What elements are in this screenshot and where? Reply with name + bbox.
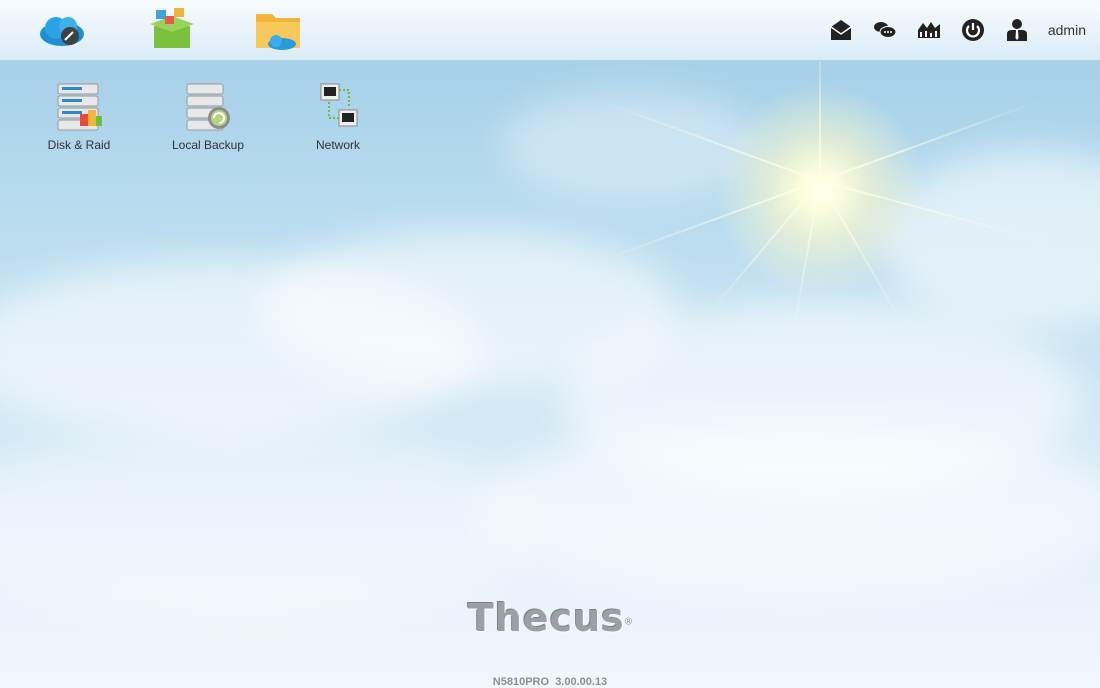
registered-mark: ® <box>624 616 633 628</box>
firmware-version: 3.00.00.13 <box>555 676 608 688</box>
chat-icon <box>873 22 897 38</box>
network-label: Network <box>315 138 360 152</box>
mail-button[interactable] <box>828 17 854 43</box>
model-name: N5810PRO <box>492 676 550 688</box>
disk-raid-label: Disk & Raid <box>47 138 111 152</box>
top-bar: admin <box>0 0 1100 61</box>
monitor-button[interactable] <box>916 17 942 43</box>
brand-name: Thecus <box>467 596 625 640</box>
app-center-icon <box>150 8 194 48</box>
cloud-app-icon <box>40 17 84 46</box>
user-icon <box>1006 19 1027 41</box>
network-icon <box>320 83 358 127</box>
power-icon <box>961 19 984 41</box>
cloud-app-button[interactable] <box>36 6 88 52</box>
power-button[interactable] <box>960 17 986 43</box>
disk-raid-icon <box>57 83 102 131</box>
local-backup-icon <box>186 83 230 131</box>
user-button[interactable] <box>1004 17 1030 43</box>
username-label[interactable]: admin <box>1048 22 1086 38</box>
brand-logo: Thecus® <box>0 596 1100 640</box>
app-center-button[interactable] <box>146 6 198 52</box>
local-backup-shortcut[interactable]: Local Backup <box>163 80 253 152</box>
mail-icon <box>830 20 852 40</box>
chat-button[interactable] <box>872 17 898 43</box>
top-right-toolbar: admin <box>828 0 1086 60</box>
version-info: N5810PRO 3.00.00.13 <box>0 676 1100 688</box>
local-backup-label: Local Backup <box>171 138 245 152</box>
disk-raid-shortcut[interactable]: Disk & Raid <box>34 80 124 152</box>
monitor-icon <box>917 22 940 38</box>
file-center-icon <box>256 14 300 50</box>
file-center-button[interactable] <box>252 6 304 52</box>
network-shortcut[interactable]: Network <box>293 80 383 152</box>
